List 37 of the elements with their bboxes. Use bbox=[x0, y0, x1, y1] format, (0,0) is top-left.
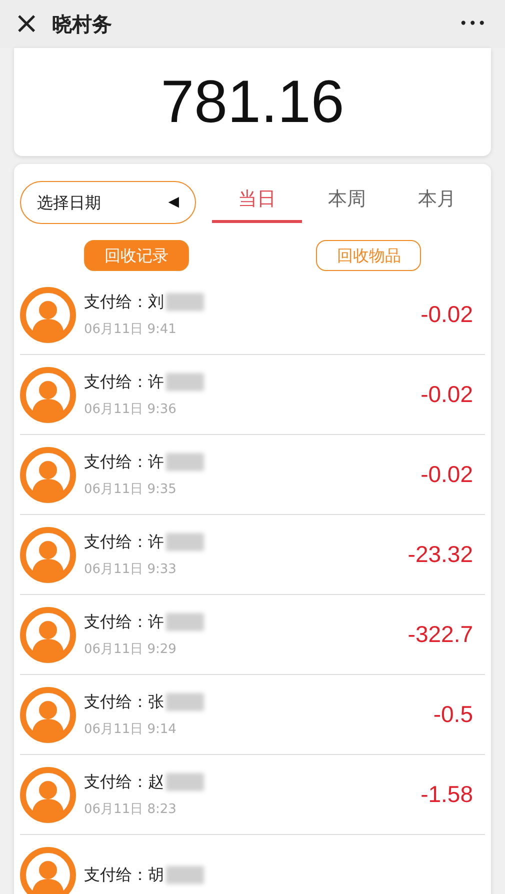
avatar-icon bbox=[20, 766, 76, 822]
avatar-icon bbox=[20, 446, 76, 502]
payment-amount: -0.02 bbox=[420, 380, 473, 410]
close-button[interactable]: × bbox=[14, 9, 38, 39]
payment-amount: -23.32 bbox=[408, 540, 473, 570]
payee-name: 支付给：胡 bbox=[84, 864, 164, 886]
avatar-icon bbox=[20, 286, 76, 342]
payment-amount: -0.02 bbox=[420, 300, 473, 330]
payee-name: 支付给：赵 bbox=[84, 770, 164, 793]
payment-time: 06月11日 9:36 bbox=[84, 400, 178, 419]
payee-name: 支付给：许 bbox=[84, 610, 164, 633]
payee-name: 支付给：许 bbox=[84, 370, 164, 393]
avatar-icon bbox=[20, 366, 76, 422]
payee-name: 支付给：张 bbox=[84, 690, 164, 713]
payee-name: 支付给：许 bbox=[84, 450, 164, 473]
more-button[interactable]: ••• bbox=[459, 14, 487, 34]
payment-time: 06月11日 9:14 bbox=[84, 720, 178, 739]
period-tab[interactable]: 当日 bbox=[212, 181, 302, 222]
payment-time: 06月11日 8:23 bbox=[84, 800, 178, 819]
avatar-icon bbox=[20, 686, 76, 742]
payee-name: 支付给：刘 bbox=[84, 290, 164, 313]
date-picker[interactable]: 选择日期 ◀ bbox=[20, 181, 196, 224]
avatar-icon bbox=[20, 526, 76, 582]
payment-time: 06月11日 9:29 bbox=[84, 640, 178, 659]
payment-time: 06月11日 9:33 bbox=[84, 560, 178, 579]
payment-time: 06月11日 9:35 bbox=[84, 480, 178, 499]
payment-amount: -0.5 bbox=[433, 700, 473, 730]
payment-time: 06月11日 9:41 bbox=[84, 320, 178, 339]
period-tab[interactable]: 本月 bbox=[392, 181, 482, 222]
avatar-icon bbox=[20, 606, 76, 662]
payment-amount: -322.7 bbox=[408, 620, 473, 650]
payee-name: 支付给：许 bbox=[84, 530, 164, 553]
period-tab[interactable]: 本周 bbox=[302, 181, 392, 222]
payment-amount: -0.02 bbox=[420, 460, 473, 490]
total-amount: 781.16 bbox=[160, 67, 344, 137]
page-title: 晓村务 bbox=[52, 11, 112, 38]
payment-amount: -1.58 bbox=[420, 780, 473, 810]
